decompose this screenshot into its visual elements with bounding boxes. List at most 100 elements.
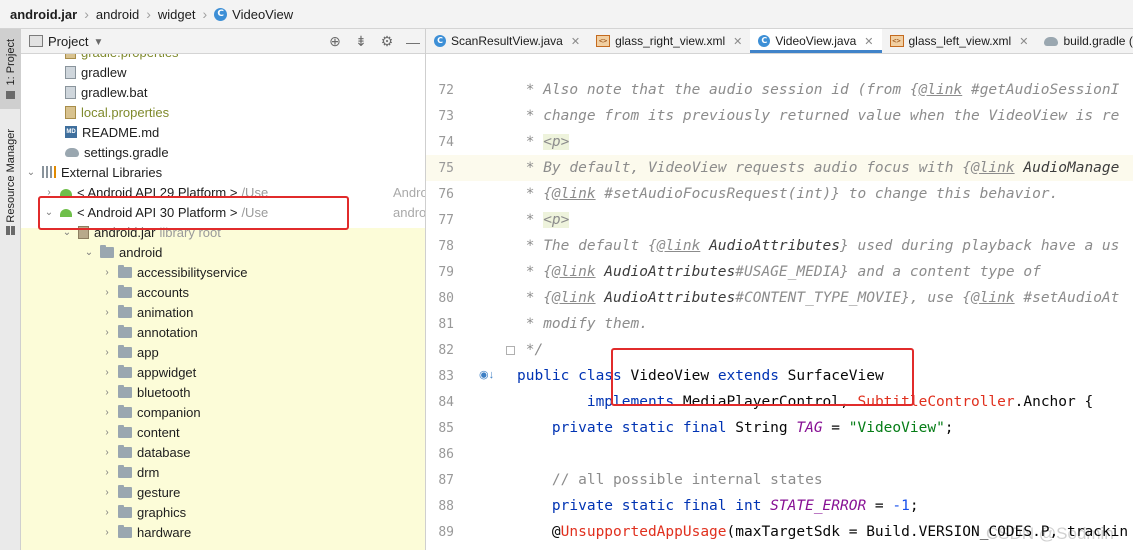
close-icon[interactable]: ✕ [864,35,873,48]
tree-item[interactable]: › app [101,342,159,362]
chevron-right-icon[interactable]: › [101,427,113,438]
tree-item[interactable]: gradlew [65,62,127,82]
tree-item[interactable]: ⌄ android.jar library root [61,222,221,242]
chevron-right-icon[interactable]: › [101,407,113,418]
tree-item[interactable]: › animation [101,302,193,322]
code-token: (maxTargetSdk = Build.VERSION_CODES.P, t… [726,524,1129,540]
minimize-icon[interactable]: — [406,34,420,50]
code-token: ; [909,498,919,514]
line-number: 84 [438,394,454,410]
code-line[interactable]: 80 * {@link AudioAttributes#CONTENT_TYPE… [426,285,1133,311]
code-line[interactable]: 85 private static final String TAG = "Vi… [426,415,1133,441]
code-line[interactable]: 89 @UnsupportedAppUsage(maxTargetSdk = B… [426,519,1133,545]
code-token: SurfaceView [787,368,884,384]
chevron-right-icon[interactable]: › [101,527,113,538]
breadcrumb-item[interactable]: widget [158,7,196,22]
tree-item[interactable]: › appwidget [101,362,196,382]
gear-icon[interactable]: ⚙ [380,33,394,50]
code-line[interactable]: 83 public class VideoView extends Surface… [426,363,1133,389]
tree-item[interactable]: local.properties [65,102,169,122]
code-token: } used during playback have a us [840,238,1120,254]
editor-tab[interactable]: C VideoView.java ✕ [750,29,882,53]
tree-item[interactable]: › gesture [101,482,180,502]
tree-item[interactable]: gradlew.bat [65,82,148,102]
folder-icon [118,504,132,518]
tree-item[interactable]: ⌄ android [83,242,162,262]
chevron-right-icon[interactable]: › [101,267,113,278]
tree-item[interactable]: › annotation [101,322,198,342]
chevron-down-icon[interactable]: ⌄ [25,167,37,178]
editor-tab[interactable]: <> glass_right_view.xml ✕ [588,29,750,53]
code-line[interactable]: 86 [426,441,1133,467]
tree-item[interactable]: › drm [101,462,159,482]
code-token: * [517,134,544,150]
breadcrumb-item[interactable]: C VideoView [214,7,293,22]
tree-item[interactable]: ⌄ < Android API 30 Platform >/Use [43,202,268,222]
code-line[interactable]: 74 * <p> [426,129,1133,155]
code-line[interactable]: 81 * modify them. [426,311,1133,337]
chevron-right-icon[interactable]: › [43,187,55,198]
code-line[interactable]: 73 * change from its previously returned… [426,103,1133,129]
breadcrumb-item[interactable]: android [96,7,139,22]
tree-item[interactable]: › companion [101,402,201,422]
code-line[interactable]: 76 * {@link #setAudioFocusRequest(int)} … [426,181,1133,207]
project-tool-label: 1: Project [4,39,17,86]
tree-item[interactable]: › accounts [101,282,189,302]
chevron-down-icon[interactable]: ⌄ [61,227,73,238]
editor-tab[interactable]: <> glass_left_view.xml ✕ [882,29,1037,53]
tree-item[interactable]: › graphics [101,502,186,522]
code-line[interactable]: 78 * The default {@link AudioAttributes}… [426,233,1133,259]
tree-item-label: settings.gradle [84,144,169,160]
chevron-right-icon[interactable]: › [101,367,113,378]
breadcrumb-label: VideoView [232,6,294,22]
project-view-selector[interactable]: Project [48,34,88,49]
chevron-down-icon[interactable]: ⌄ [83,247,95,258]
chevron-right-icon[interactable]: › [101,447,113,458]
tree-item[interactable]: › hardware [101,522,191,542]
code-token: * The default { [517,238,657,254]
code-line[interactable]: 82 */ [426,337,1133,363]
close-icon[interactable]: ✕ [733,35,742,48]
resource-manager-button[interactable]: Resource Manager [0,117,21,247]
tree-item-label: drm [137,464,160,480]
code-line[interactable]: 88 private static final int STATE_ERROR … [426,493,1133,519]
editor-tab[interactable]: build.gradle (:k [1036,29,1133,53]
chevron-right-icon[interactable]: › [101,467,113,478]
code-line[interactable]: 84 implements MediaPlayerControl, Subtit… [426,389,1133,415]
chevron-down-icon[interactable]: ⌄ [43,207,55,218]
tree-item[interactable]: › < Android API 29 Platform >/Use [43,182,268,202]
tab-label: ScanResultView.java [451,34,563,48]
tree-item[interactable]: › database [101,442,191,462]
close-icon[interactable]: ✕ [1019,35,1028,48]
close-icon[interactable]: ✕ [571,35,580,48]
code-token: * modify them. [517,316,648,332]
collapse-all-icon[interactable]: ⇟ [354,33,368,50]
tree-item[interactable]: › accessibilityservice [101,262,248,282]
tree-item[interactable]: › bluetooth [101,382,191,402]
code-line[interactable]: 75 * By default, VideoView requests audi… [426,155,1133,181]
project-tool-window-button[interactable]: 1: Project [0,29,21,109]
chevron-right-icon[interactable]: › [101,287,113,298]
tree-item[interactable]: settings.gradle [65,142,169,162]
chevron-right-icon[interactable]: › [101,507,113,518]
chevron-right-icon[interactable]: › [101,327,113,338]
chevron-right-icon[interactable]: › [101,487,113,498]
tree-item[interactable]: MD README.md [65,122,159,142]
breadcrumb-item[interactable]: android.jar [10,7,77,22]
chevron-right-icon[interactable]: › [101,387,113,398]
code-line[interactable]: 87 // all possible internal states [426,467,1133,493]
code-line[interactable]: 77 * <p> [426,207,1133,233]
code-editor[interactable]: ◉↓ CSDN @Sodmin 72 * Also note that the … [426,54,1133,550]
code-line[interactable]: 79 * {@link AudioAttributes#USAGE_MEDIA}… [426,259,1133,285]
tree-item[interactable]: › content [101,422,180,442]
code-token: @link [970,160,1015,176]
chevron-right-icon[interactable]: › [101,307,113,318]
tree-item[interactable]: ⌄ External Libraries [25,162,162,182]
code-token: ; [944,420,954,436]
locate-icon[interactable]: ⊕ [328,33,342,50]
editor-tab[interactable]: C ScanResultView.java ✕ [426,29,588,53]
code-line[interactable]: 72 * Also note that the audio session id… [426,77,1133,103]
chevron-down-icon[interactable]: ▼ [93,37,103,48]
tree-item[interactable]: gradle.properties [65,54,179,62]
chevron-right-icon[interactable]: › [101,347,113,358]
